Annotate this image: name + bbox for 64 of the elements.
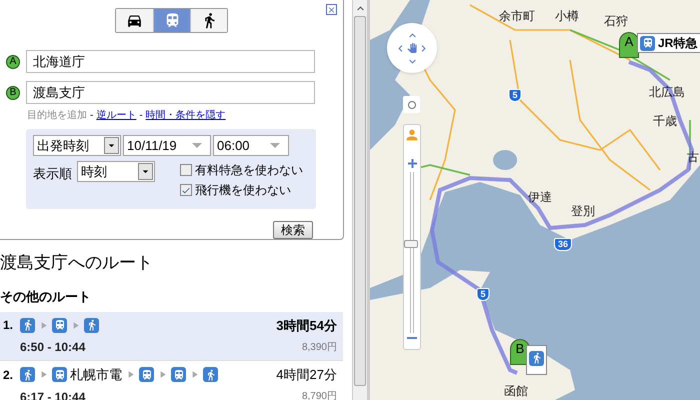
train-icon bbox=[171, 367, 186, 382]
walking-person-icon bbox=[20, 367, 35, 382]
place-label: 石狩 bbox=[604, 15, 628, 28]
route-duration: 3時間54分 bbox=[276, 316, 337, 334]
sort-dropdown[interactable]: 時刻 bbox=[77, 161, 155, 182]
hand-icon bbox=[407, 43, 417, 53]
line-name: 札幌市電 bbox=[70, 366, 122, 384]
add-destination-text: 目的地を追加 bbox=[27, 108, 87, 123]
road-sign: 5 bbox=[476, 288, 490, 301]
travel-mode-tab[interactable] bbox=[116, 9, 153, 32]
link-separator: - bbox=[90, 109, 94, 123]
route-fare: 8,790円 bbox=[302, 390, 337, 400]
time-dropdown[interactable]: 06:00 bbox=[213, 135, 289, 156]
time-type-dropdown[interactable]: 出発時刻 bbox=[33, 135, 121, 156]
location-button[interactable] bbox=[403, 96, 420, 113]
search-button[interactable]: 検索 bbox=[273, 221, 313, 239]
reverse-route-link[interactable]: 逆ルート bbox=[96, 108, 136, 123]
hide-options-link[interactable]: 時間・条件を隠す bbox=[146, 108, 226, 123]
route-duration: 4時間27分 bbox=[276, 366, 337, 384]
place-label: 伊達 bbox=[528, 191, 552, 204]
train-icon bbox=[52, 367, 67, 382]
walking-person-icon bbox=[529, 350, 544, 366]
waypoint-marker: B bbox=[6, 86, 20, 100]
person-icon bbox=[404, 127, 420, 143]
road-sign: 36 bbox=[554, 238, 572, 251]
route-number: 2. bbox=[3, 366, 14, 384]
place-label: 千歳 bbox=[653, 115, 677, 128]
place-label: 登別 bbox=[571, 205, 595, 218]
scrollbar-thumb[interactable] bbox=[354, 16, 366, 386]
results-title: 渡島支庁へのルート bbox=[0, 253, 154, 273]
checkbox-label: 有料特急を使わない bbox=[195, 162, 303, 179]
checkbox[interactable] bbox=[180, 164, 192, 176]
zoom-thumb[interactable] bbox=[404, 240, 418, 248]
date-dropdown[interactable]: 10/11/19 bbox=[123, 135, 211, 156]
walking-person-icon bbox=[203, 367, 218, 382]
location-field[interactable]: 渡島支庁 bbox=[26, 81, 315, 104]
place-label: 余市町 bbox=[499, 10, 535, 23]
place-label: 函館 bbox=[504, 385, 528, 398]
close-button[interactable] bbox=[326, 4, 337, 15]
location-field[interactable]: 北海道庁 bbox=[26, 50, 315, 73]
link-separator: - bbox=[139, 109, 143, 123]
walking-person-icon bbox=[20, 318, 35, 333]
route-fare: 8,390円 bbox=[302, 340, 337, 354]
walking-person-icon bbox=[84, 318, 99, 333]
zoom-slider[interactable] bbox=[403, 124, 421, 350]
train-icon bbox=[52, 318, 67, 333]
zoom-in-icon bbox=[408, 159, 416, 168]
waypoint-marker: A bbox=[6, 54, 20, 68]
travel-mode-tab[interactable] bbox=[190, 9, 227, 32]
route-times: 6:50 - 10:44 bbox=[19, 339, 86, 356]
dropdown-arrow-icon bbox=[192, 143, 202, 148]
scrollbar[interactable] bbox=[352, 0, 367, 400]
callout-text: JR特急 bbox=[658, 35, 698, 52]
sort-label: 表示順 bbox=[33, 165, 72, 183]
checkbox[interactable] bbox=[180, 184, 192, 196]
train-icon bbox=[139, 367, 154, 382]
route-number: 1. bbox=[3, 317, 14, 334]
place-label: 北広島 bbox=[649, 86, 685, 99]
train-icon bbox=[640, 36, 655, 50]
place-label: 小樽 bbox=[555, 10, 579, 23]
checkbox-label: 飛行機を使わない bbox=[195, 182, 291, 199]
other-routes-title: その他のルート bbox=[0, 288, 92, 306]
dropdown-arrow-icon bbox=[270, 143, 280, 148]
route-option[interactable]: 1. 3時間54分 6:50 - 10:44 8,390円 bbox=[0, 312, 343, 360]
